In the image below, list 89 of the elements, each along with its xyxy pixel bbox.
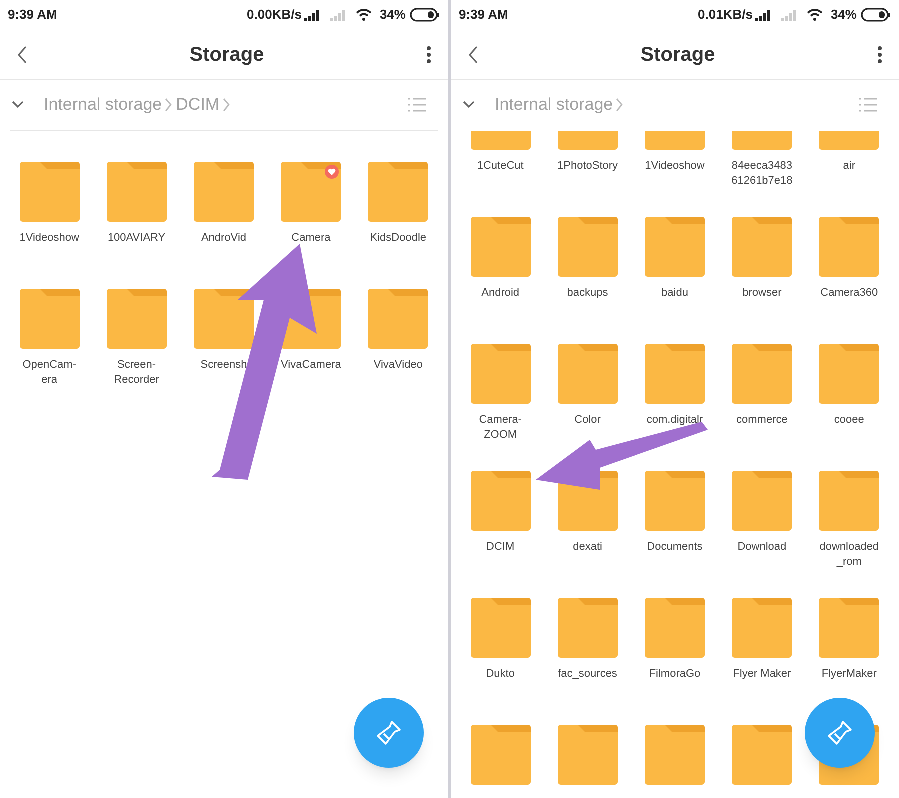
status-time: 9:39 AM xyxy=(8,6,58,24)
more-icon[interactable] xyxy=(426,46,432,64)
folder-icon xyxy=(644,471,705,531)
battery-icon xyxy=(861,8,891,22)
folder-label: AndroVid xyxy=(201,231,247,246)
folder-icon xyxy=(732,344,792,404)
folder-label: VivaCamera xyxy=(281,358,342,373)
chevron-down-icon[interactable] xyxy=(463,101,475,109)
folder-label: Camera xyxy=(292,231,331,246)
folder-icon xyxy=(470,598,531,658)
folder-label: baidu xyxy=(662,286,688,301)
folder-label: 1PhotoStory xyxy=(558,159,618,174)
folder-label: Screen- Recorder xyxy=(114,358,160,388)
folder-label: Dukto xyxy=(486,667,515,682)
network-speed: 0.01KB/s xyxy=(698,6,753,24)
folder-label: 100AVIARY xyxy=(108,231,166,246)
folder-icon xyxy=(732,725,792,785)
folder-label: Android xyxy=(482,286,520,301)
folder-label: Download xyxy=(738,540,787,555)
chevron-right-icon xyxy=(616,97,624,113)
folder-label: DCIM xyxy=(486,540,515,555)
folder-icon xyxy=(558,725,618,785)
folder-label: com.digitalr xyxy=(646,413,704,428)
folder-label: Color xyxy=(574,413,601,428)
folder-label: commerce xyxy=(736,413,788,428)
breadcrumb-link[interactable]: DCIM xyxy=(176,92,220,118)
folder-label: OpenCam- era xyxy=(22,358,76,388)
folder-icon xyxy=(732,598,792,658)
battery-percent: 34% xyxy=(380,6,406,24)
chevron-down-icon[interactable] xyxy=(12,101,24,109)
folder-icon xyxy=(558,598,618,658)
folder-label: 1CuteCut xyxy=(477,159,524,174)
folder-label: KidsDoodle xyxy=(370,231,427,246)
battery-icon xyxy=(410,8,440,22)
screen-title: Storage xyxy=(188,42,266,68)
breadcrumb-link[interactable]: Internal storage xyxy=(44,92,162,118)
chevron-right-icon xyxy=(165,97,174,113)
folder-icon xyxy=(470,344,531,404)
signal-icon xyxy=(780,10,799,20)
brush-icon xyxy=(374,718,404,748)
folder-icon xyxy=(644,217,705,277)
folder-icon xyxy=(558,217,618,277)
folder-label: Documents xyxy=(647,540,703,555)
folder-label: cooee xyxy=(834,413,864,428)
folder-icon xyxy=(470,217,531,277)
folder-icon xyxy=(732,217,792,277)
breadcrumb-link[interactable]: Internal storage xyxy=(495,92,614,118)
folder-label: dexati xyxy=(573,540,602,555)
folder-icon xyxy=(281,162,342,222)
status-time: 9:39 AM xyxy=(459,6,508,24)
folder-icon xyxy=(558,344,618,404)
folder-icon xyxy=(732,471,792,531)
folder-icon xyxy=(819,217,880,277)
folder-label: Screensh xyxy=(200,358,248,373)
folder-label: fac_sources xyxy=(558,667,618,682)
folder-label: 84eeca3483 61261b7e18 xyxy=(732,159,793,189)
folder-icon xyxy=(644,344,705,404)
wifi-icon xyxy=(806,9,823,21)
signal-icon xyxy=(304,10,322,20)
folder-label: 1Videoshow xyxy=(20,231,80,246)
folder-label: air xyxy=(843,159,856,174)
folder-label: backups xyxy=(567,286,608,301)
screen-title: Storage xyxy=(640,42,716,68)
folder-icon xyxy=(819,344,880,404)
signal-icon xyxy=(330,10,348,20)
more-icon[interactable] xyxy=(877,46,883,64)
folder-label: Flyer Maker xyxy=(733,667,792,682)
folder-icon xyxy=(644,725,705,785)
folder-label: downloaded _rom xyxy=(820,540,880,570)
folder-label: FilmoraGo xyxy=(649,667,701,682)
folder-icon xyxy=(819,598,880,658)
battery-percent: 34% xyxy=(830,6,857,24)
folder-label: Camera360 xyxy=(820,286,878,301)
folder-label: browser xyxy=(742,286,782,301)
back-icon[interactable] xyxy=(16,44,28,64)
chevron-right-icon xyxy=(222,97,231,113)
folder-icon xyxy=(819,471,880,531)
folder-icon xyxy=(644,598,705,658)
folder-label: VivaVideo xyxy=(374,358,423,373)
wifi-icon xyxy=(356,9,372,21)
folder-label: Camera- ZOOM xyxy=(479,413,522,443)
brush-icon xyxy=(825,718,855,748)
folder-label: FlyerMaker xyxy=(822,667,877,682)
network-speed: 0.00KB/s xyxy=(247,6,302,24)
folder-icon xyxy=(470,471,531,531)
folder-label: 1Videoshow xyxy=(645,159,705,174)
back-icon[interactable] xyxy=(467,44,479,64)
folder-icon xyxy=(470,725,531,785)
signal-icon xyxy=(754,10,773,20)
